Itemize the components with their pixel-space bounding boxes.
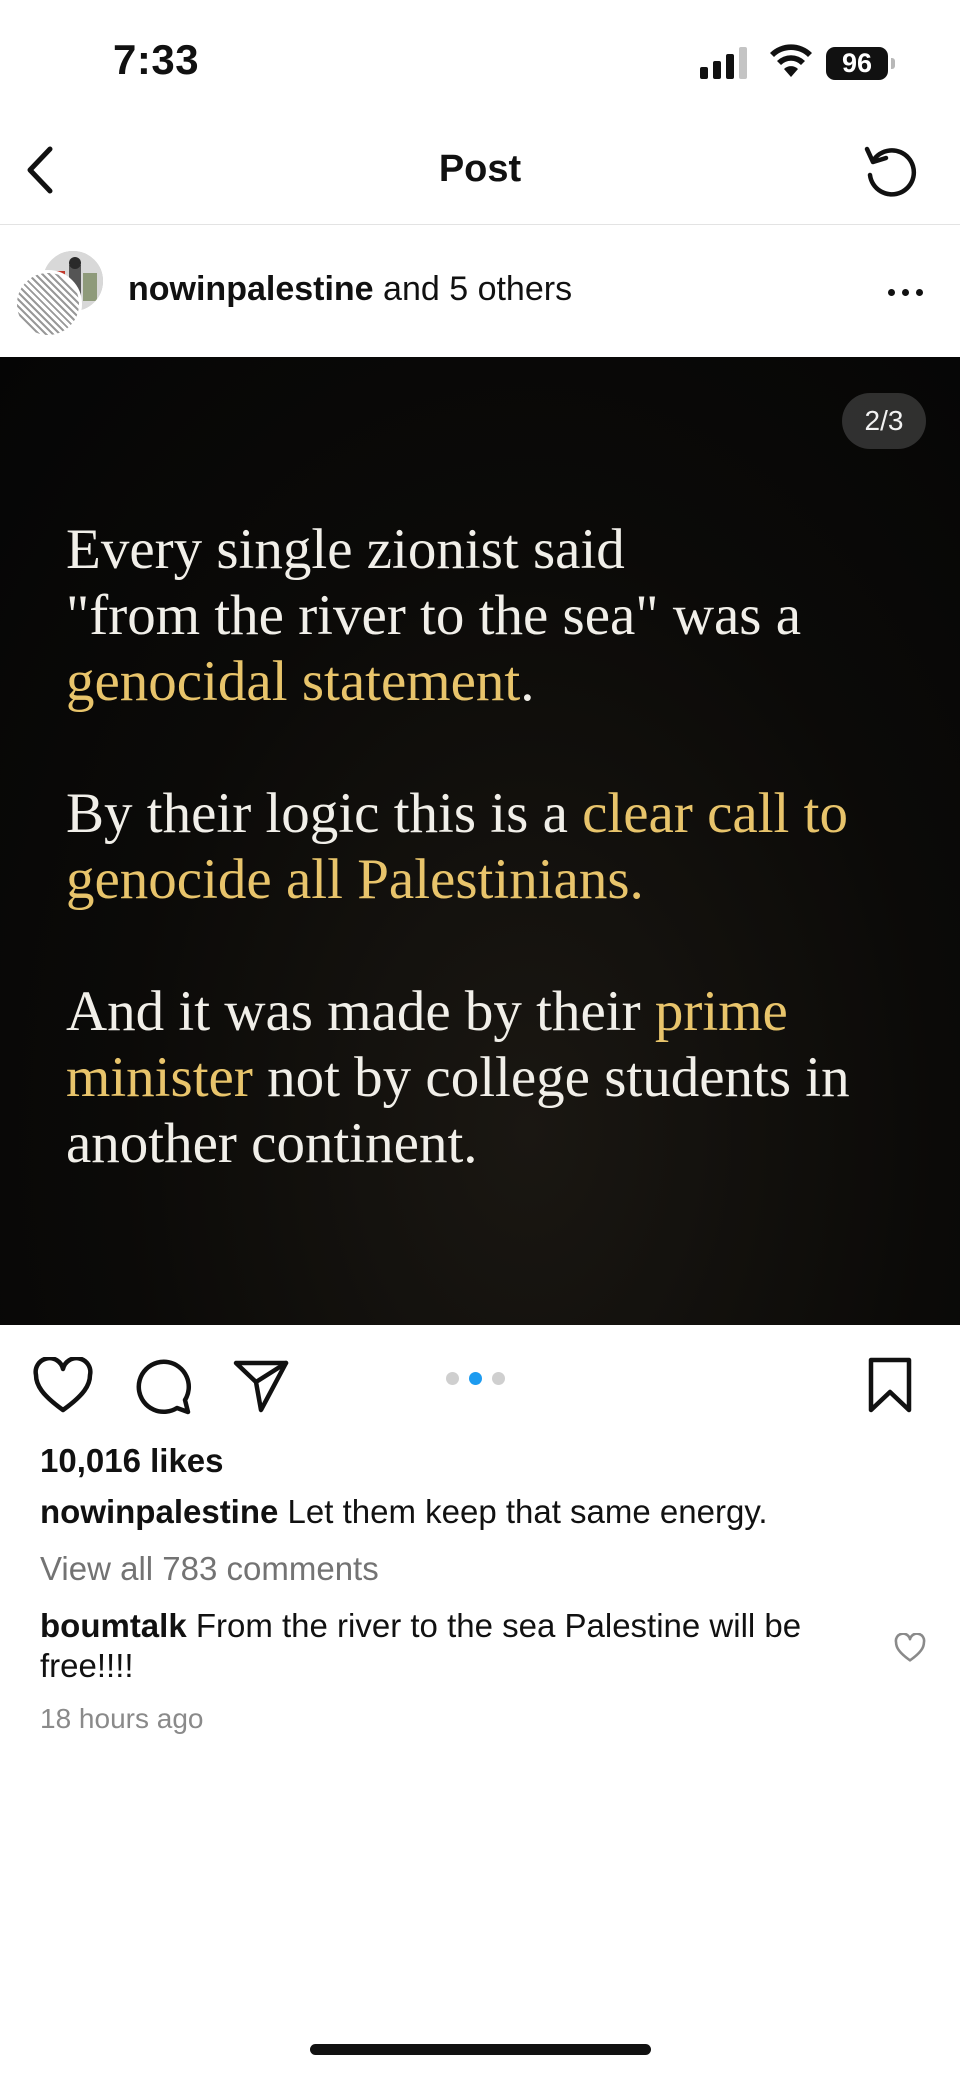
slide-text-segment: Every single zionist said [66, 518, 625, 581]
nav-divider [0, 224, 960, 225]
carousel-dot [469, 1372, 482, 1385]
view-comments-link[interactable]: View all 783 comments [40, 1550, 379, 1588]
slide-text-segment: And it was made by their [66, 980, 655, 1043]
post-media[interactable]: 2/3 Every single zionist said "from the r… [0, 357, 960, 1325]
share-button[interactable] [228, 1355, 294, 1417]
slide-text: Every single zionist said "from the river… [66, 517, 926, 1243]
comment-username[interactable]: boumtalk [40, 1607, 187, 1644]
comment-item: boumtalk From the river to the sea Pales… [40, 1606, 880, 1686]
carousel-dot [492, 1372, 505, 1385]
page-title: Post [438, 148, 522, 190]
author-line[interactable]: nowinpalestine and 5 others [128, 270, 572, 309]
author-username[interactable]: nowinpalestine [128, 270, 374, 308]
caption: nowinpalestine Let them keep that same e… [40, 1493, 920, 1531]
caption-username[interactable]: nowinpalestine [40, 1493, 278, 1530]
author-avatar[interactable] [14, 270, 82, 338]
comment-icon [136, 1359, 191, 1415]
more-options-button[interactable] [880, 272, 930, 312]
cellular-signal-icon [700, 47, 747, 79]
slide-text-segment: By their logic this is a [66, 782, 583, 845]
save-button[interactable] [860, 1352, 920, 1418]
battery-indicator: 96 [826, 47, 896, 80]
comment-like-button[interactable] [888, 1628, 932, 1668]
carousel-dot [446, 1372, 459, 1385]
more-dot-icon [901, 288, 909, 296]
battery-level: 96 [826, 47, 888, 80]
wifi-icon [770, 44, 812, 77]
share-icon [233, 1360, 289, 1413]
slide-paragraph: Every single zionist said "from the river… [66, 517, 926, 715]
heart-icon [894, 1633, 926, 1662]
refresh-button[interactable] [860, 140, 920, 200]
battery-tip [891, 58, 895, 69]
slide-text-segment: . [520, 650, 535, 713]
slide-text-segment: "from the river to the sea" was a [66, 584, 802, 647]
collaborators-text[interactable]: and 5 others [383, 270, 572, 308]
comment-button[interactable] [130, 1355, 196, 1417]
caption-text: Let them keep that same energy. [287, 1493, 768, 1530]
carousel-dots [446, 1372, 505, 1385]
heart-icon [33, 1357, 93, 1413]
more-dot-icon [887, 288, 895, 296]
like-button[interactable] [30, 1355, 96, 1417]
bookmark-icon [868, 1357, 912, 1413]
more-dot-icon [915, 288, 923, 296]
likes-count[interactable]: 10,016 likes [40, 1442, 224, 1480]
home-indicator[interactable] [310, 2044, 651, 2055]
slide-highlight-text: genocidal statement [66, 650, 521, 713]
refresh-icon [864, 146, 917, 197]
slide-paragraph: By their logic this is a clear call to g… [66, 781, 926, 913]
comment-timestamp: 18 hours ago [40, 1703, 204, 1734]
status-time: 7:33 [113, 36, 200, 83]
page-counter: 2/3 [842, 393, 926, 449]
slide-paragraph: And it was made by their prime minister … [66, 979, 926, 1177]
